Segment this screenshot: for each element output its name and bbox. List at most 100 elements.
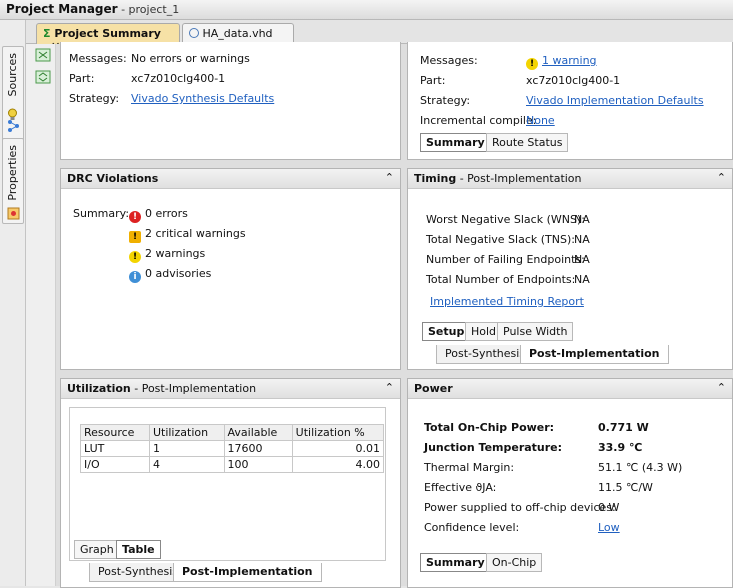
column-header[interactable]: Available — [223, 424, 293, 441]
table-row[interactable]: I/O 4 100 4.00 — [80, 456, 385, 473]
critical-warning-icon: ! — [129, 231, 141, 243]
info-icon: i — [129, 271, 141, 283]
tab-project-summary[interactable]: Σ Project Summary ✕ — [36, 23, 180, 53]
impl-tab-summary[interactable]: Summary — [420, 133, 491, 152]
editor-tabs: Σ Project Summary ✕ HA_data.vhd ✕ — [26, 20, 733, 53]
power-tab-on-chip[interactable]: On-Chip — [486, 553, 543, 572]
impl-messages-link[interactable]: 1 warning — [542, 54, 597, 67]
synth-strategy-label: Strategy: — [69, 92, 120, 105]
tns-value: NA — [574, 233, 590, 246]
impl-messages-label: Messages: — [420, 54, 478, 67]
table-row[interactable]: LUT 1 17600 0.01 — [80, 440, 385, 457]
lightbulb-icon — [8, 108, 17, 120]
implementation-panel: Messages: ! 1 warning Part: xc7z010clg400… — [407, 42, 733, 160]
power-panel-header: Power ⌃ — [408, 379, 732, 399]
drc-panel: DRC Violations ⌃ Summary: ! 0 errors ! 2 c… — [60, 168, 401, 370]
sigma-icon: Σ — [43, 27, 51, 40]
properties-tab[interactable]: Properties — [2, 138, 24, 224]
utilization-table-frame: Resource Utilization Available Utilizati… — [69, 407, 386, 561]
synth-messages-value: No errors or warnings — [131, 52, 250, 65]
warning-icon: ! — [526, 58, 538, 70]
collapse-icon[interactable]: ⌃ — [717, 171, 726, 184]
collapse-icon[interactable]: ⌃ — [717, 381, 726, 394]
collapse-icon[interactable]: ⌃ — [385, 381, 394, 394]
warning-icon: ! — [129, 251, 141, 263]
impl-strategy-link[interactable]: Vivado Implementation Defaults — [526, 94, 704, 107]
impl-strategy-label: Strategy: — [420, 94, 471, 107]
failing-endpoints-label: Number of Failing Endpoints: — [426, 253, 585, 266]
confidence-link[interactable]: Low — [598, 521, 620, 534]
timing-tab-setup[interactable]: Setup — [422, 322, 471, 341]
properties-tab-label: Properties — [6, 145, 19, 201]
wns-label: Worst Negative Slack (WNS): — [426, 213, 585, 226]
expand-all-icon[interactable] — [35, 70, 51, 84]
collapse-icon[interactable]: ⌃ — [385, 171, 394, 184]
drc-panel-header: DRC Violations ⌃ — [61, 169, 400, 189]
drc-warnings: ! 2 warnings — [129, 247, 205, 263]
project-summary-content: Messages: No errors or warnings Part: xc… — [56, 42, 733, 588]
impl-incremental-link[interactable]: None — [526, 114, 555, 127]
column-header[interactable]: Resource — [80, 424, 150, 441]
junction-temp-label: Junction Temperature: — [424, 441, 563, 454]
power-panel: Power ⌃ Total On-Chip Power: 0.771 W Jun… — [407, 378, 733, 588]
sources-tab[interactable]: Sources — [2, 46, 24, 142]
timing-panel: Timing - Post-Implementation ⌃ Worst Neg… — [407, 168, 733, 370]
error-icon: ! — [129, 211, 141, 223]
tool-strip — [26, 44, 56, 586]
timing-report-link[interactable]: Implemented Timing Report — [430, 295, 584, 308]
collapse-all-icon[interactable] — [35, 48, 51, 62]
synthesis-panel: Messages: No errors or warnings Part: xc… — [60, 42, 401, 160]
lightbulb-tab[interactable] — [2, 108, 24, 124]
utilization-panel: Utilization - Post-Implementation ⌃ Reso… — [60, 378, 401, 588]
timing-title: Timing — [414, 172, 457, 185]
title-bar: Project Manager - project_1 — [0, 0, 733, 20]
column-header[interactable]: Utilization — [148, 424, 225, 441]
wns-value: NA — [574, 213, 590, 226]
impl-incremental-label: Incremental compile: — [420, 114, 537, 127]
utilization-title: Utilization — [67, 382, 131, 395]
synth-strategy-link[interactable]: Vivado Synthesis Defaults — [131, 92, 274, 105]
timing-subtab-post-implementation[interactable]: Post-Implementation — [520, 345, 669, 364]
power-title: Power — [414, 382, 453, 395]
total-endpoints-label: Total Number of Endpoints: — [426, 273, 576, 286]
drc-errors: ! 0 errors — [129, 207, 188, 223]
effective-theta-value: 11.5 ℃/W — [598, 481, 653, 494]
timing-tab-pulse-width[interactable]: Pulse Width — [497, 322, 574, 341]
thermal-margin-label: Thermal Margin: — [424, 461, 515, 474]
drc-advisories: i0 advisories — [129, 267, 211, 283]
total-power-value: 0.771 W — [598, 421, 649, 434]
drc-title: DRC Violations — [67, 172, 159, 185]
junction-temp-value: 33.9 ℃ — [598, 441, 643, 454]
offchip-power-value: 0 W — [598, 501, 620, 514]
column-header[interactable]: Utilization % — [291, 424, 385, 441]
table-header-row: Resource Utilization Available Utilizati… — [80, 424, 385, 441]
utilization-subtab-post-implementation[interactable]: Post-Implementation — [173, 563, 322, 582]
timing-subtitle: - Post-Implementation — [459, 172, 582, 185]
synth-part-value: xc7z010clg400-1 — [131, 72, 226, 85]
drc-summary-label: Summary: — [73, 207, 130, 220]
utilization-panel-header: Utilization - Post-Implementation ⌃ — [61, 379, 400, 399]
power-tab-summary[interactable]: Summary — [420, 553, 491, 572]
tns-label: Total Negative Slack (TNS): — [426, 233, 575, 246]
left-sidebar: Sources Properties — [0, 20, 26, 586]
offchip-power-label: Power supplied to off-chip devices: — [424, 501, 616, 514]
total-power-label: Total On-Chip Power: — [424, 421, 555, 434]
utilization-subtitle: - Post-Implementation — [134, 382, 257, 395]
confidence-label: Confidence level: — [424, 521, 520, 534]
impl-tab-route-status[interactable]: Route Status — [486, 133, 569, 152]
sources-tab-label: Sources — [6, 53, 19, 97]
utilization-tab-graph[interactable]: Graph — [74, 540, 120, 559]
tab-project-summary-label: Project Summary — [54, 27, 161, 40]
tab-ha-data-label: HA_data.vhd — [202, 27, 273, 40]
properties-icon — [7, 207, 20, 220]
timing-panel-header: Timing - Post-Implementation ⌃ — [408, 169, 732, 189]
utilization-tab-table[interactable]: Table — [116, 540, 161, 559]
tab-ha-data-vhd[interactable]: HA_data.vhd ✕ — [182, 23, 294, 53]
impl-part-value: xc7z010clg400-1 — [526, 74, 621, 87]
utilization-table: Resource Utilization Available Utilizati… — [80, 424, 385, 473]
total-endpoints-value: NA — [574, 273, 590, 286]
synth-messages-label: Messages: — [69, 52, 127, 65]
synth-part-label: Part: — [69, 72, 95, 85]
vhdl-file-icon — [189, 28, 199, 38]
drc-critical-warnings: ! 2 critical warnings — [129, 227, 246, 243]
